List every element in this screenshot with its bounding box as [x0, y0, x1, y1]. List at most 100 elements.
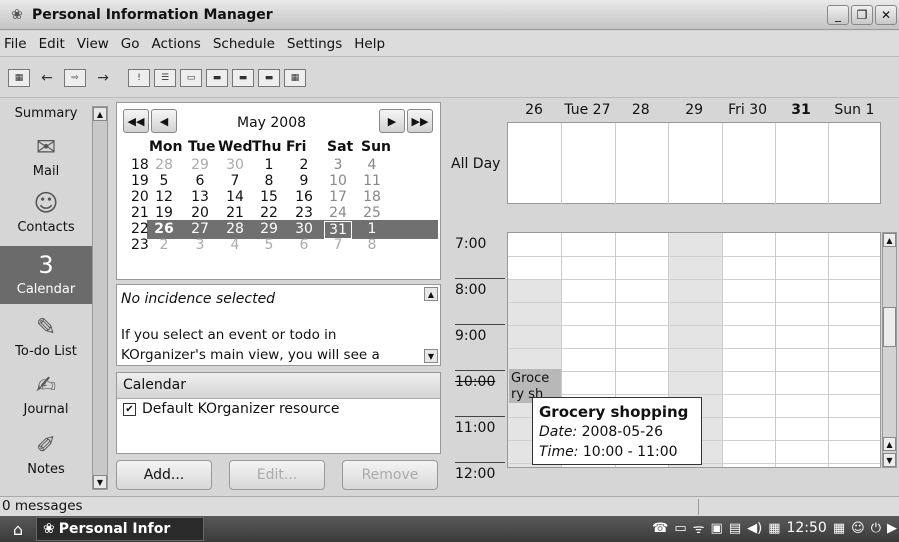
menu-file[interactable]: File: [0, 36, 33, 52]
scroll-thumb[interactable]: [883, 307, 896, 347]
day-cell[interactable]: 29: [255, 221, 283, 237]
scroll-up-icon[interactable]: ▲: [424, 287, 438, 301]
sidebar-item-summary[interactable]: Summary: [0, 106, 92, 121]
day-cell[interactable]: 14: [221, 189, 249, 205]
new-event-icon[interactable]: ▦: [8, 68, 30, 87]
menu-actions[interactable]: Actions: [146, 36, 207, 52]
scroll-down-icon[interactable]: ▼: [424, 349, 438, 363]
day-cell[interactable]: 11: [358, 173, 386, 189]
resource-header[interactable]: Calendar: [117, 373, 440, 399]
day-cell[interactable]: 30: [221, 157, 249, 173]
day-cell[interactable]: 5: [255, 237, 283, 253]
checkbox-checked-icon[interactable]: ✔: [123, 402, 136, 416]
calendar-icon[interactable]: ▦: [768, 521, 780, 536]
resource-item[interactable]: ✔ Default KOrganizer resource: [117, 399, 440, 419]
day-cell[interactable]: 15: [255, 189, 283, 205]
week-number[interactable]: 20: [131, 189, 149, 205]
day-header[interactable]: 31: [774, 102, 828, 118]
next-month-button[interactable]: ▶: [379, 109, 405, 133]
menu-edit[interactable]: Edit: [33, 36, 71, 52]
day-cell[interactable]: 24: [324, 205, 352, 221]
next-year-button[interactable]: ▶▶: [407, 109, 433, 133]
add-resource-button[interactable]: Add...: [116, 460, 212, 490]
menu-help[interactable]: Help: [348, 36, 391, 52]
volume-icon[interactable]: ◀): [747, 521, 762, 536]
wifi-icon[interactable]: ᯤ: [693, 519, 705, 537]
taskbar-task[interactable]: ❀ Personal Infor: [36, 517, 204, 541]
work-week-view-icon[interactable]: ▬: [206, 68, 228, 87]
week-number[interactable]: 18: [131, 157, 149, 173]
remove-resource-button[interactable]: Remove: [342, 460, 438, 490]
day-cell[interactable]: 17: [324, 189, 352, 205]
forward-doc-icon[interactable]: ⇨: [64, 68, 86, 87]
scroll-down-icon[interactable]: ▼: [883, 453, 896, 467]
smiley-icon[interactable]: ☺: [851, 521, 865, 536]
day-cell[interactable]: 10: [324, 173, 352, 189]
day-cell[interactable]: 4: [358, 157, 386, 173]
day-cell[interactable]: 3: [186, 237, 214, 253]
battery-icon[interactable]: ▭: [674, 521, 686, 536]
maximize-button[interactable]: ❐: [851, 5, 873, 25]
agenda-scrollbar[interactable]: ▲ ▲ ▼: [882, 232, 897, 468]
day-cell[interactable]: 1: [358, 221, 386, 237]
day-cell[interactable]: 25: [358, 205, 386, 221]
day-cell[interactable]: 18: [358, 189, 386, 205]
day-cell[interactable]: 23: [290, 205, 318, 221]
day-cell[interactable]: 19: [150, 205, 178, 221]
day-cell[interactable]: 16: [290, 189, 318, 205]
keyboard-icon[interactable]: ▤: [729, 521, 741, 536]
day-cell[interactable]: 4: [221, 237, 249, 253]
day-cell[interactable]: 3: [324, 157, 352, 173]
scroll-up-icon[interactable]: ▲: [93, 107, 107, 121]
day-cell[interactable]: 20: [186, 205, 214, 221]
day-cell[interactable]: 28: [221, 221, 249, 237]
sidebar-item-calendar[interactable]: 3 Calendar: [0, 246, 92, 304]
day-cell[interactable]: 27: [186, 221, 214, 237]
network-icon[interactable]: ☎: [652, 521, 668, 536]
menu-view[interactable]: View: [71, 36, 115, 52]
power-icon[interactable]: ⏻: [871, 521, 881, 536]
day-cell[interactable]: 6: [290, 237, 318, 253]
menu-settings[interactable]: Settings: [281, 36, 348, 52]
day-cell[interactable]: 8: [255, 173, 283, 189]
day-view-icon[interactable]: ▭: [180, 68, 202, 87]
week-number[interactable]: 23: [131, 237, 149, 253]
day-cell[interactable]: 30: [290, 221, 318, 237]
home-icon[interactable]: ⌂: [0, 520, 36, 539]
day-cell[interactable]: 22: [255, 205, 283, 221]
desktop-icon[interactable]: ▦: [833, 521, 845, 536]
day-cell[interactable]: 8: [358, 237, 386, 253]
week-number[interactable]: 22: [131, 221, 149, 237]
back-arrow-icon[interactable]: ←: [34, 66, 60, 90]
menu-schedule[interactable]: Schedule: [207, 36, 281, 52]
week-number[interactable]: 21: [131, 205, 149, 221]
edit-resource-button[interactable]: Edit...: [229, 460, 325, 490]
sidebar-item-contacts[interactable]: ☺ Contacts: [0, 188, 92, 240]
close-button[interactable]: ✕: [875, 5, 897, 25]
day-cell[interactable]: 12: [150, 189, 178, 205]
update-icon[interactable]: ▣: [711, 521, 723, 536]
sidebar-scrollbar[interactable]: ▲ ▼: [92, 106, 108, 490]
day-cell[interactable]: 2: [290, 157, 318, 173]
day-cell[interactable]: 2: [150, 237, 178, 253]
list-view-icon[interactable]: ☰: [154, 68, 176, 87]
clock[interactable]: 12:50: [786, 520, 826, 536]
scroll-down-icon[interactable]: ▼: [93, 475, 107, 489]
menu-go[interactable]: Go: [115, 36, 146, 52]
day-cell[interactable]: 29: [186, 157, 214, 173]
prev-year-button[interactable]: ◀◀: [123, 109, 149, 133]
week-view-icon[interactable]: ▬: [232, 68, 254, 87]
scroll-up-icon[interactable]: ▲: [883, 233, 896, 247]
next-days-view-icon[interactable]: ▬: [258, 68, 280, 87]
sidebar-item-mail[interactable]: ✉ Mail: [0, 132, 92, 182]
sidebar-item-todo[interactable]: ✎ To-do List: [0, 312, 92, 364]
day-header[interactable]: 26: [507, 102, 561, 118]
day-cell[interactable]: 7: [324, 237, 352, 253]
day-cell[interactable]: 5: [150, 173, 178, 189]
month-view-icon[interactable]: ▦: [284, 68, 306, 87]
day-cell[interactable]: 21: [221, 205, 249, 221]
day-header[interactable]: 28: [614, 102, 668, 118]
day-cell[interactable]: 1: [255, 157, 283, 173]
prev-month-button[interactable]: ◀: [151, 109, 177, 133]
day-header[interactable]: Tue 27: [560, 102, 614, 118]
